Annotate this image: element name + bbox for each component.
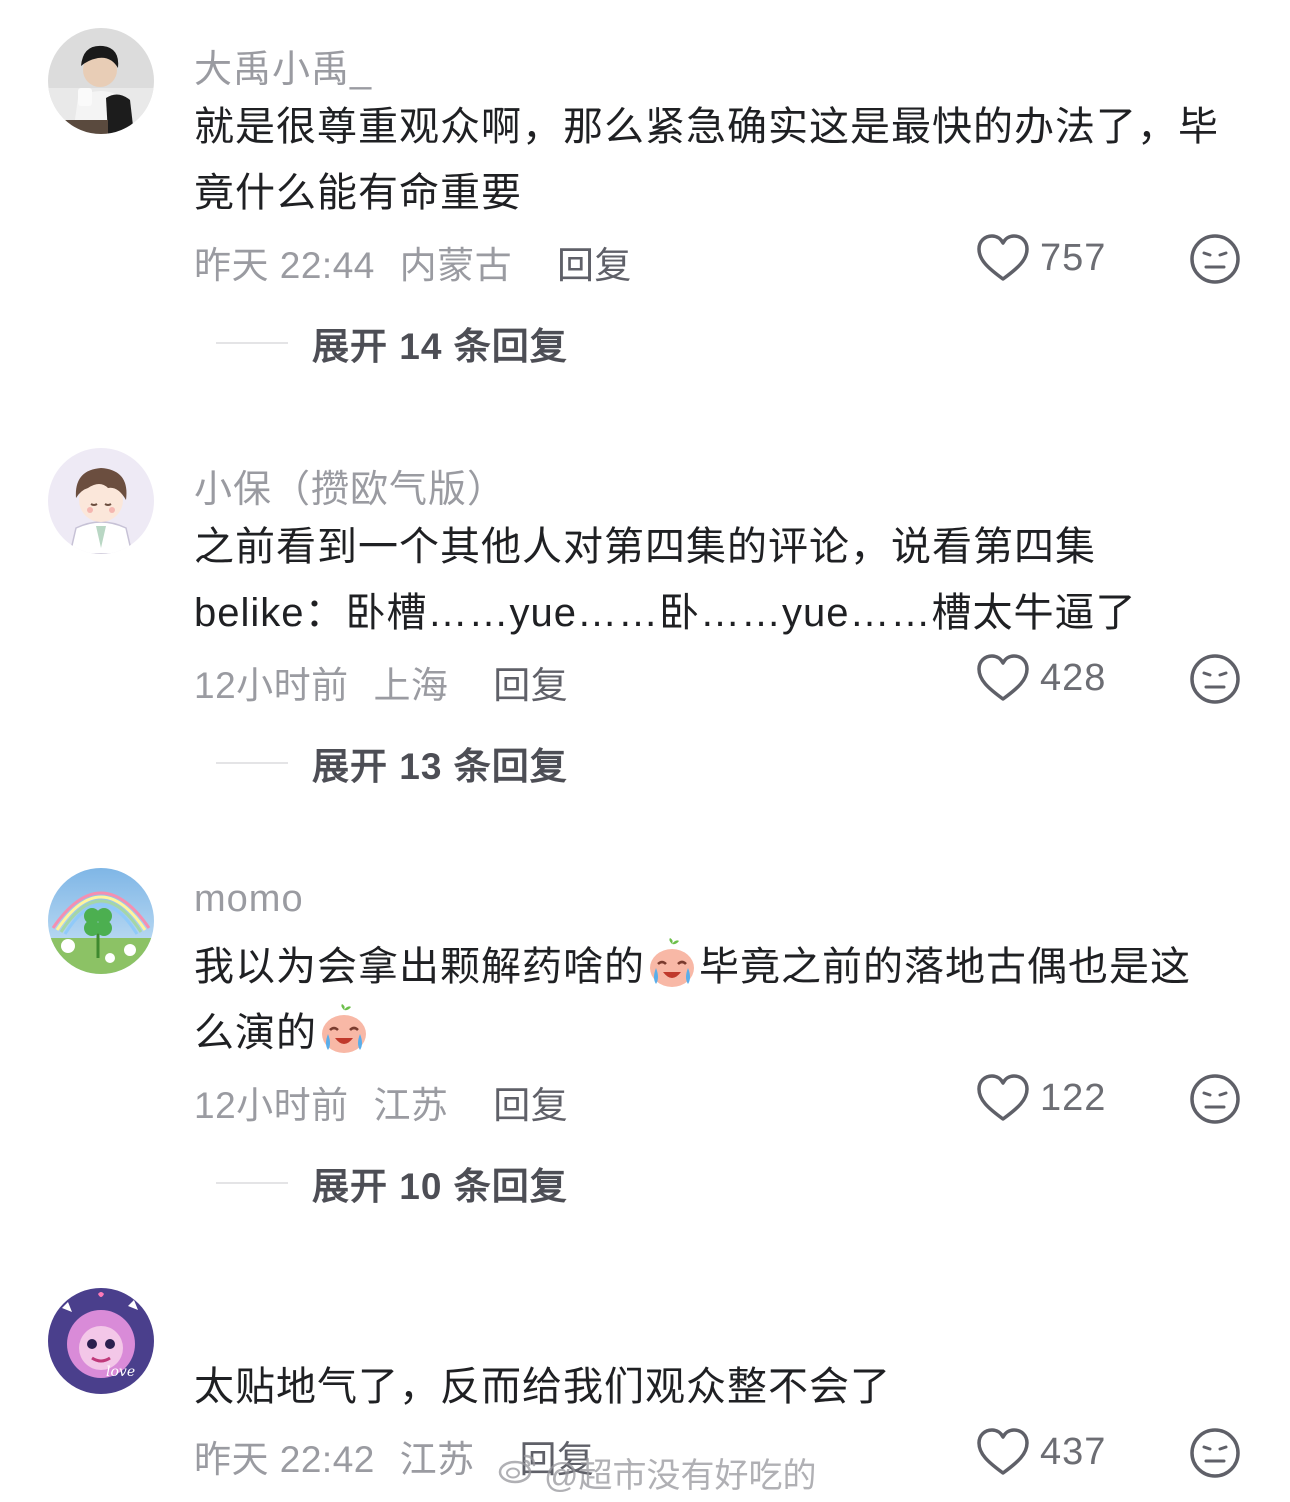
like-button[interactable]: 122 [976, 1072, 1106, 1124]
expand-replies-label: 展开 13 条回复 [312, 746, 568, 787]
reply-button[interactable]: 回复 [493, 665, 568, 706]
comment-text-line: belike：卧槽……yue……卧……yue……槽太牛逼了 [194, 591, 1137, 635]
like-count: 122 [1040, 1076, 1107, 1119]
dislike-button[interactable] [1188, 1426, 1242, 1480]
expand-replies-label: 展开 14 条回复 [312, 326, 568, 367]
heart-outline-icon [976, 1072, 1030, 1124]
comment-text-line: 么演的 [194, 1000, 1244, 1066]
comment-text-line: 就是很尊重观众啊，那么紧急确实这是最快的办法了，毕 [194, 105, 1219, 149]
comment-text: 就是很尊重观众啊，那么紧急确实这是最快的办法了，毕 竟什么能有命重要 [194, 94, 1244, 226]
username[interactable]: momo [194, 878, 304, 921]
location: 江苏 [399, 1439, 475, 1480]
divider [216, 762, 288, 764]
comment-meta: 昨天 22:44 内蒙古 回复 [194, 235, 632, 289]
comment-text-line: 竟什么能有命重要 [194, 171, 522, 215]
comment-text-line: 我以为会拿出颗解药啥的 毕竟之前的落地古偶也是这 [194, 934, 1244, 1000]
avatar[interactable] [48, 28, 154, 134]
location: 江苏 [373, 1085, 449, 1126]
avatar[interactable] [48, 448, 154, 554]
expand-replies-button[interactable]: 展开 14 条回复 [216, 316, 568, 370]
timestamp: 昨天 22:44 [194, 245, 375, 286]
reply-button[interactable]: 回复 [493, 1085, 568, 1126]
dislike-button[interactable] [1188, 652, 1242, 706]
comment-text: 我以为会拿出颗解药啥的 毕竟之前的落地古偶也是这 么演的 [194, 934, 1244, 1066]
like-button[interactable]: 428 [976, 652, 1106, 704]
neutral-face-icon [1188, 652, 1242, 706]
username[interactable]: 小保（攒欧气版） [194, 458, 506, 513]
comment-text: 太贴地气了，反而给我们观众整不会了 [194, 1354, 1244, 1420]
comment-text-segment: 么演的 [194, 1011, 317, 1055]
timestamp: 昨天 22:42 [194, 1439, 375, 1480]
heart-outline-icon [976, 1426, 1030, 1478]
comment-text-segment: 毕竟之前的落地古偶也是这 [699, 945, 1191, 989]
timestamp: 12小时前 [194, 1085, 349, 1126]
watermark-text: @超市没有好吃的 [544, 1457, 817, 1495]
divider [216, 1182, 288, 1184]
avatar[interactable] [48, 868, 154, 974]
location: 内蒙古 [399, 245, 513, 286]
like-button[interactable]: 437 [976, 1426, 1106, 1478]
comment-text-line: 之前看到一个其他人对第四集的评论，说看第四集 [194, 525, 1096, 569]
reply-button[interactable]: 回复 [557, 245, 632, 286]
heart-outline-icon [976, 232, 1030, 284]
divider [216, 342, 288, 344]
svg-text:love: love [106, 1364, 135, 1380]
avatar[interactable]: love [48, 1288, 154, 1394]
username[interactable]: 大禹小禹_ [194, 38, 372, 93]
neutral-face-icon [1188, 232, 1242, 286]
comment-text-line: 太贴地气了，反而给我们观众整不会了 [194, 1365, 891, 1409]
crying-laughing-emoji [318, 1004, 370, 1056]
dislike-button[interactable] [1188, 232, 1242, 286]
neutral-face-icon [1188, 1072, 1242, 1126]
weibo-logo-icon [498, 1451, 544, 1494]
neutral-face-icon [1188, 1426, 1242, 1480]
like-button[interactable]: 757 [976, 232, 1106, 284]
like-count: 428 [1040, 656, 1107, 699]
crying-laughing-emoji [646, 938, 698, 990]
like-count: 757 [1040, 236, 1107, 279]
expand-replies-button[interactable]: 展开 13 条回复 [216, 736, 568, 790]
like-count: 437 [1040, 1430, 1107, 1473]
comment-meta: 12小时前 上海 回复 [194, 655, 568, 709]
location: 上海 [373, 665, 449, 706]
dislike-button[interactable] [1188, 1072, 1242, 1126]
comment-text: 之前看到一个其他人对第四集的评论，说看第四集 belike：卧槽……yue……卧… [194, 514, 1244, 646]
expand-replies-label: 展开 10 条回复 [312, 1166, 568, 1207]
watermark: @超市没有好吃的 [498, 1448, 817, 1497]
timestamp: 12小时前 [194, 665, 349, 706]
comment-text-segment: 我以为会拿出颗解药啥的 [194, 945, 645, 989]
comment-meta: 12小时前 江苏 回复 [194, 1075, 568, 1129]
expand-replies-button[interactable]: 展开 10 条回复 [216, 1156, 568, 1210]
heart-outline-icon [976, 652, 1030, 704]
